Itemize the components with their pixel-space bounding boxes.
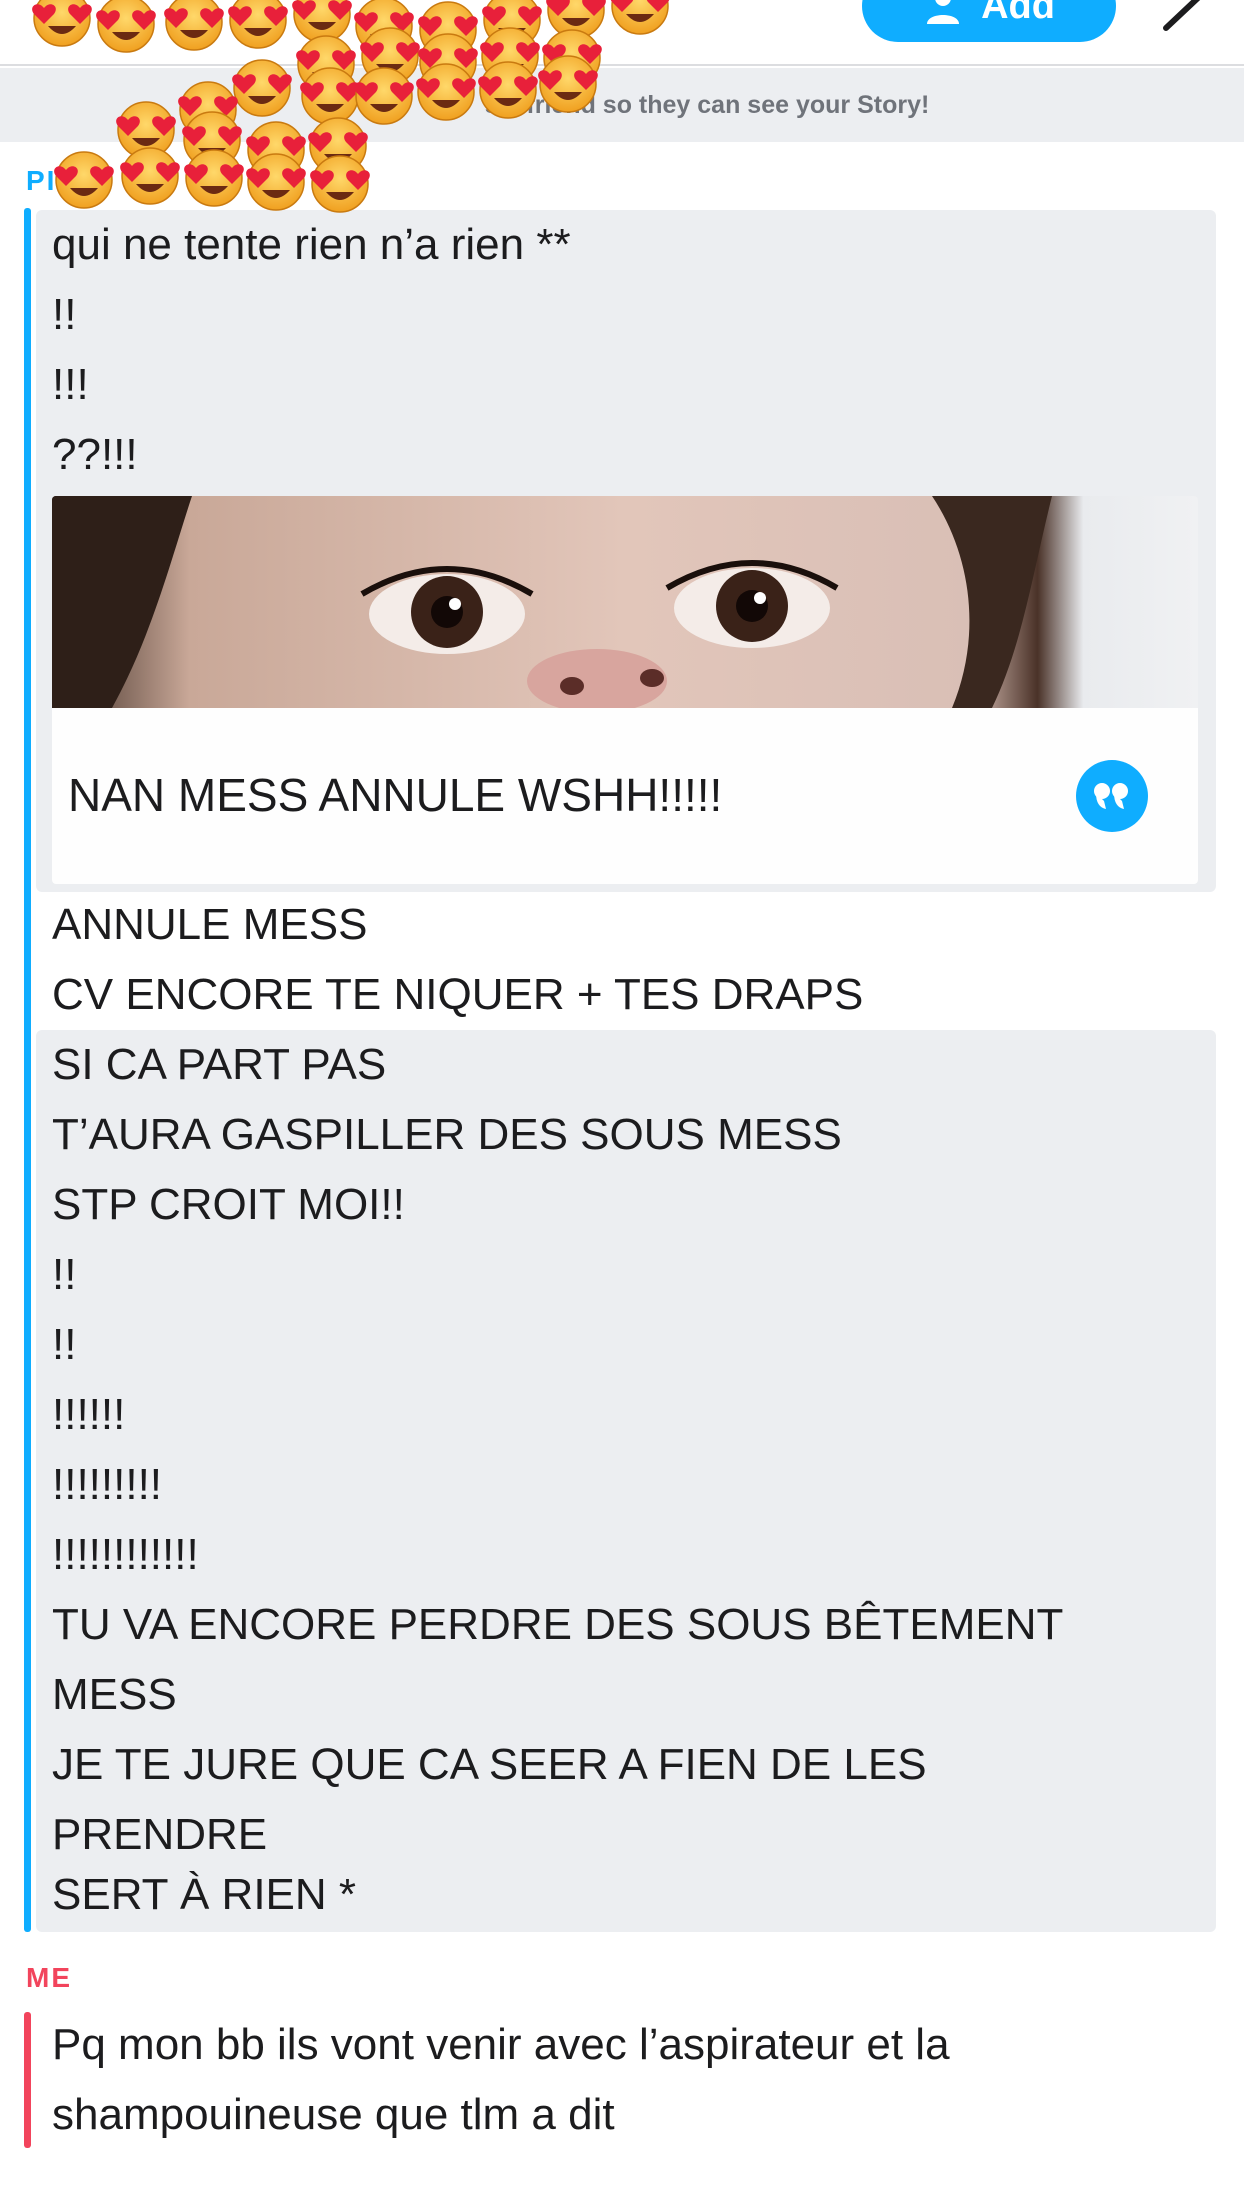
chat-message[interactable]: !! <box>52 1310 76 1380</box>
chat-message[interactable]: !! <box>52 280 76 350</box>
chat-message[interactable]: shampouineuse que tlm a dit <box>52 2080 615 2150</box>
chat-message[interactable]: Pq mon bb ils vont venir avec l’aspirate… <box>52 2010 950 2080</box>
chat-message[interactable]: JE TE JURE QUE CA SEER A FIEN DE LES <box>52 1730 927 1800</box>
chat-message[interactable]: TU VA ENCORE PERDRE DES SOUS BÊTEMENT <box>52 1590 1063 1660</box>
quoted-snap-card[interactable]: NAN MESS ANNULE WSHH!!!!! <box>52 496 1198 884</box>
chat-message[interactable]: !! <box>52 1240 76 1310</box>
quote-marks-icon <box>1094 783 1128 809</box>
chat-message[interactable]: STP CROIT MOI!! <box>52 1170 405 1240</box>
sender-label-partner: PI <box>26 165 57 196</box>
partner-message-bar <box>24 208 31 1932</box>
add-friend-button[interactable]: Add <box>862 0 1116 42</box>
chat-message[interactable]: !!!!!!!!! <box>52 1450 162 1520</box>
chevron-icon[interactable] <box>1160 0 1210 32</box>
banner-text: s a friend so they can see your Story! <box>484 90 930 119</box>
snap-photo <box>52 496 1198 708</box>
chat-message[interactable]: !!! <box>52 350 89 420</box>
chat-message[interactable]: T’AURA GASPILLER DES SOUS MESS <box>52 1100 842 1170</box>
chat-message[interactable]: SERT À RIEN * <box>52 1860 356 1930</box>
chat-message[interactable]: SI CA PART PAS <box>52 1030 386 1100</box>
sender-label-me: ME <box>26 1962 72 1993</box>
quote-icon[interactable] <box>1076 760 1148 832</box>
chat-message[interactable]: ??!!! <box>52 420 138 490</box>
snap-caption-panel: NAN MESS ANNULE WSHH!!!!! <box>52 708 1198 884</box>
add-friend-label: Add <box>981 0 1055 27</box>
chat-message[interactable]: ANNULE MESS <box>52 890 367 960</box>
chat-message[interactable]: MESS <box>52 1660 177 1730</box>
snap-caption: NAN MESS ANNULE WSHH!!!!! <box>68 769 723 821</box>
chat-message[interactable]: !!!!!!!!!!!! <box>52 1520 199 1590</box>
add-person-icon <box>927 0 960 24</box>
add-friend-banner[interactable]: s a friend so they can see your Story! <box>0 68 1244 142</box>
chat-message[interactable]: CV ENCORE TE NIQUER + TES DRAPS <box>52 960 863 1030</box>
chat-message[interactable]: !!!!!! <box>52 1380 125 1450</box>
me-message-bar <box>24 2012 31 2148</box>
chat-message[interactable]: qui ne tente rien n’a rien ** <box>52 210 571 280</box>
chat-header: Add <box>0 0 1244 66</box>
